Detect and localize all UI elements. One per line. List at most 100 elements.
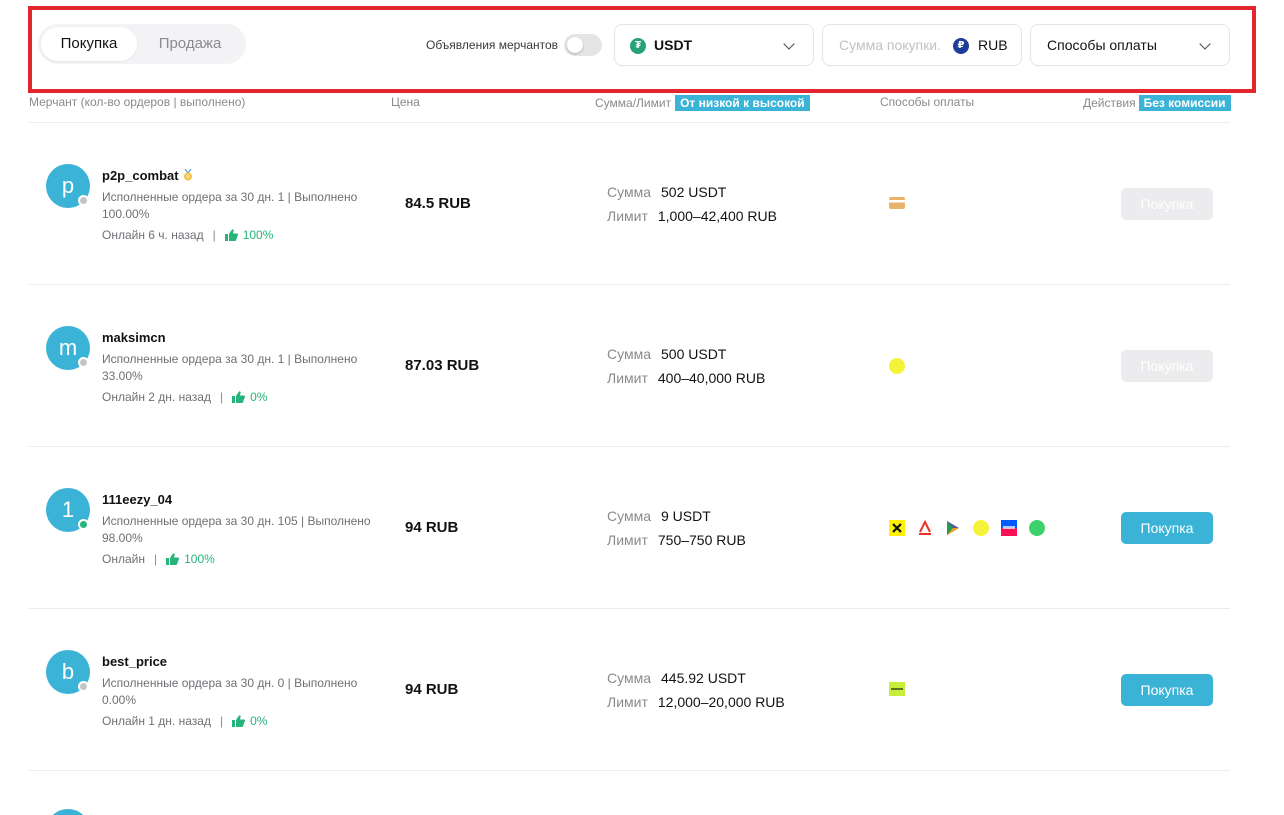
limit-value: 750–750 RUB xyxy=(657,532,746,548)
divider: | xyxy=(212,228,216,242)
limit-label: Лимит xyxy=(607,532,648,548)
payment-methods xyxy=(889,682,905,698)
amount-sum: Сумма 502 USDT xyxy=(607,184,726,200)
merchant-name[interactable]: maksimcn xyxy=(102,330,166,345)
amount-sum: Сумма 500 USDT xyxy=(607,346,726,362)
divider: | xyxy=(153,552,158,566)
rating-percent: 100% xyxy=(184,552,215,566)
coin-select[interactable]: ₮ USDT xyxy=(614,24,814,66)
coin-label: USDT xyxy=(654,37,693,53)
sum-label: Сумма xyxy=(607,508,651,524)
divider: | xyxy=(219,714,224,728)
payment-methods-select[interactable]: Способы оплаты xyxy=(1030,24,1230,66)
ad-row: 1 111eezy_04 Исполненные ордера за 30 дн. … xyxy=(29,447,1230,609)
header-merchant: Мерчант (кол-во ордеров | выполнено) xyxy=(29,95,246,109)
limit-value: 12,000–20,000 RUB xyxy=(657,694,785,710)
price: 87.03 RUB xyxy=(405,357,480,374)
ad-row: p p2p_combat Исполненные ордера за 30 дн. … xyxy=(29,123,1230,285)
card-icon xyxy=(889,196,905,212)
status-dot xyxy=(78,357,89,368)
tab-sell[interactable]: Продажа xyxy=(140,27,240,61)
merchant-name-text: p2p_combat xyxy=(102,168,179,183)
sum-value: 500 USDT xyxy=(661,346,727,362)
buy-sell-switch: Покупка Продажа xyxy=(38,24,246,64)
merchant-stats: Исполненные ордера за 30 дн. 105 | Выпол… xyxy=(102,514,371,545)
merchant-stats: Исполненные ордера за 30 дн. 1 | Выполне… xyxy=(102,352,358,383)
merchant-online-status: Онлайн 6 ч. назад | 100% xyxy=(102,227,273,242)
merchant-name-text: best_price xyxy=(102,654,168,669)
payment-methods xyxy=(889,358,905,374)
buy-button[interactable]: Покупка xyxy=(1121,674,1213,706)
sbp-icon xyxy=(945,520,961,536)
chevron-down-icon xyxy=(783,38,795,50)
rating-percent: 0% xyxy=(250,714,268,728)
limit-label: Лимит xyxy=(607,694,648,710)
ruble-icon: ₽ xyxy=(953,38,969,54)
sum-label: Сумма xyxy=(607,670,651,686)
sum-value: 9 USDT xyxy=(661,508,711,524)
alfa-icon xyxy=(917,519,933,536)
thumbs-up-icon xyxy=(166,553,180,565)
amount-sum: Сумма 445.92 USDT xyxy=(607,670,746,686)
filter-bar: Покупка Продажа Объявления мерчантов ₮ U… xyxy=(28,6,1256,93)
amount-input[interactable]: Сумма покупки. ₽ RUB xyxy=(822,24,1022,66)
amount-limit: Лимит 12,000–20,000 RUB xyxy=(607,694,785,710)
price: 94 RUB xyxy=(405,681,459,698)
green-dot-icon xyxy=(1029,520,1045,536)
online-text: Онлайн 6 ч. назад xyxy=(102,228,204,242)
merchant-name-text: maksimcn xyxy=(102,330,166,345)
merchant-stats: Исполненные ордера за 30 дн. 1 | Выполне… xyxy=(102,190,358,221)
thumbs-up-icon xyxy=(232,715,246,727)
green-bank-icon xyxy=(889,682,905,698)
fee-tag[interactable]: Без комиссии xyxy=(1138,95,1231,111)
avatar xyxy=(46,809,90,815)
header-amount-limit: Сумма/Лимит От низкой к высокой xyxy=(595,95,810,111)
payment-methods xyxy=(889,196,905,212)
ozon-icon xyxy=(1001,520,1017,536)
divider: | xyxy=(219,390,224,404)
payment-methods-label: Способы оплаты xyxy=(1047,37,1157,53)
tab-buy[interactable]: Покупка xyxy=(41,27,137,61)
online-text: Онлайн 2 дн. назад xyxy=(102,390,211,404)
amount-limit: Лимит 750–750 RUB xyxy=(607,532,746,548)
rating-percent: 100% xyxy=(242,228,274,242)
status-dot xyxy=(78,519,89,530)
buy-button[interactable]: Покупка xyxy=(1121,350,1213,382)
merchant-name[interactable]: p2p_combat xyxy=(102,168,193,183)
sum-label: Сумма xyxy=(607,184,651,200)
amount-limit: Лимит 1,000–42,400 RUB xyxy=(607,208,777,224)
amount-limit: Лимит 400–40,000 RUB xyxy=(607,370,765,386)
buy-button[interactable]: Покупка xyxy=(1121,188,1213,220)
status-dot xyxy=(78,681,89,692)
ad-row: b best_price Исполненные ордера за 30 дн. … xyxy=(29,609,1230,771)
limit-value: 400–40,000 RUB xyxy=(657,370,766,386)
amount-sum: Сумма 9 USDT xyxy=(607,508,711,524)
online-text: Онлайн 1 дн. назад xyxy=(102,714,211,728)
price: 94 RUB xyxy=(405,519,459,536)
fiat-label: RUB xyxy=(978,37,1008,53)
buy-button[interactable]: Покупка xyxy=(1121,512,1213,544)
header-payment-methods: Способы оплаты xyxy=(880,95,975,109)
thumbs-up-icon xyxy=(224,229,238,241)
yellow-dot-icon xyxy=(973,520,989,536)
raiffeisen-icon xyxy=(889,520,905,536)
limit-label: Лимит xyxy=(607,208,648,224)
header-actions: Действия Без комиссии xyxy=(1083,95,1231,111)
merchant-stats: Исполненные ордера за 30 дн. 0 | Выполне… xyxy=(102,676,358,707)
sort-tag[interactable]: От низкой к высокой xyxy=(675,95,810,111)
merchant-ads-toggle[interactable] xyxy=(564,34,602,56)
amount-placeholder: Сумма покупки. xyxy=(839,37,941,53)
price: 84.5 RUB xyxy=(405,195,471,212)
merchant-online-status: Онлайн 1 дн. назад | 0% xyxy=(102,713,267,728)
merchant-name-text: 111eezy_04 xyxy=(102,492,173,507)
status-dot xyxy=(78,195,89,206)
medal-icon xyxy=(183,168,193,181)
limit-label: Лимит xyxy=(607,370,648,386)
chevron-down-icon xyxy=(1199,38,1211,50)
tether-icon: ₮ xyxy=(630,38,646,54)
rating-percent: 0% xyxy=(250,390,268,404)
merchant-name[interactable]: best_price xyxy=(102,654,167,669)
header-price: Цена xyxy=(391,95,420,109)
merchant-online-status: Онлайн 2 дн. назад | 0% xyxy=(102,389,267,404)
merchant-name[interactable]: 111eezy_04 xyxy=(102,492,172,507)
